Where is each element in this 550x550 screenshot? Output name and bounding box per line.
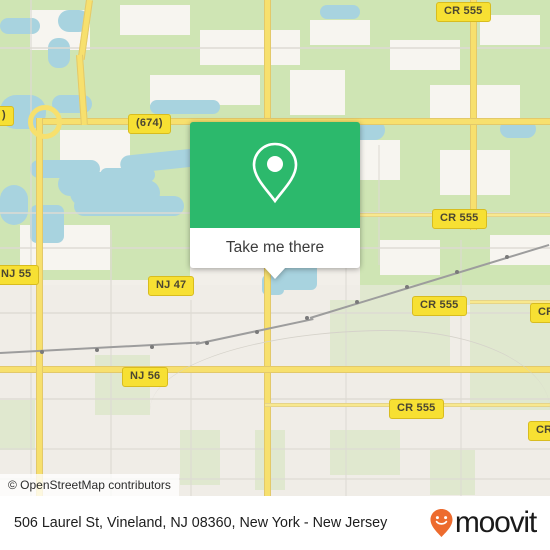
open-parcel bbox=[120, 5, 190, 35]
road-shield: CR bbox=[530, 303, 550, 323]
map-attribution[interactable]: © OpenStreetMap contributors bbox=[0, 474, 179, 496]
road-shield: CR bbox=[528, 421, 550, 441]
road-shield: CR 555 bbox=[412, 296, 467, 316]
water-body bbox=[0, 18, 40, 34]
water-body bbox=[48, 38, 70, 68]
highway-nj55[interactable] bbox=[36, 118, 43, 496]
road-shield: (674) bbox=[128, 114, 171, 134]
railway-marker bbox=[505, 255, 509, 259]
open-parcel bbox=[380, 240, 440, 275]
road-shield: ) bbox=[0, 106, 14, 126]
water-body bbox=[150, 100, 220, 114]
railway-marker bbox=[255, 330, 259, 334]
railway-marker bbox=[40, 350, 44, 354]
take-me-there-label: Take me there bbox=[225, 239, 325, 256]
railway-marker bbox=[355, 300, 359, 304]
moovit-wordmark: moovit bbox=[454, 506, 537, 539]
water-body bbox=[320, 5, 360, 19]
road-shield: CR 555 bbox=[389, 399, 444, 419]
road-shield: CR 555 bbox=[436, 2, 491, 22]
road-shield: NJ 47 bbox=[148, 276, 195, 296]
popup-pointer-tail bbox=[264, 267, 286, 279]
minor-road[interactable] bbox=[30, 0, 32, 496]
address-label: 506 Laurel St, Vineland, NJ 08360, New Y… bbox=[14, 514, 388, 531]
bottom-info-bar: 506 Laurel St, Vineland, NJ 08360, New Y… bbox=[0, 496, 550, 550]
road-shield: NJ 55 bbox=[0, 265, 40, 285]
railway-marker bbox=[405, 285, 409, 289]
destination-popup-card[interactable]: Take me there bbox=[190, 122, 360, 279]
popup-header bbox=[190, 122, 360, 228]
railway-marker bbox=[455, 270, 459, 274]
railway-marker bbox=[305, 316, 309, 320]
minor-road[interactable] bbox=[0, 448, 550, 450]
minor-road[interactable] bbox=[0, 312, 550, 314]
open-parcel bbox=[310, 20, 370, 45]
road-shield: NJ 56 bbox=[122, 367, 169, 387]
road-shield: CR 555 bbox=[432, 209, 487, 229]
moovit-pin-smiley-icon bbox=[429, 508, 454, 538]
water-body bbox=[0, 185, 28, 225]
railway-marker bbox=[95, 348, 99, 352]
moovit-logo[interactable]: moovit bbox=[429, 506, 537, 540]
attribution-text: © OpenStreetMap contributors bbox=[8, 478, 171, 492]
open-parcel bbox=[390, 40, 460, 70]
popup-footer[interactable]: Take me there bbox=[190, 228, 360, 279]
highway-vertical-east[interactable] bbox=[470, 0, 477, 230]
minor-road[interactable] bbox=[378, 145, 380, 265]
railway-marker bbox=[150, 345, 154, 349]
highway-ramp-loop[interactable] bbox=[28, 105, 62, 139]
map-canvas[interactable]: CR 555 (674) CR 555 NJ 55 NJ 47 CR 555 C… bbox=[0, 0, 550, 496]
open-parcel bbox=[290, 70, 345, 115]
minor-road[interactable] bbox=[110, 230, 112, 496]
railway-marker bbox=[205, 341, 209, 345]
map-screenshot: CR 555 (674) CR 555 NJ 55 NJ 47 CR 555 C… bbox=[0, 0, 550, 550]
map-pin-icon bbox=[247, 139, 303, 212]
